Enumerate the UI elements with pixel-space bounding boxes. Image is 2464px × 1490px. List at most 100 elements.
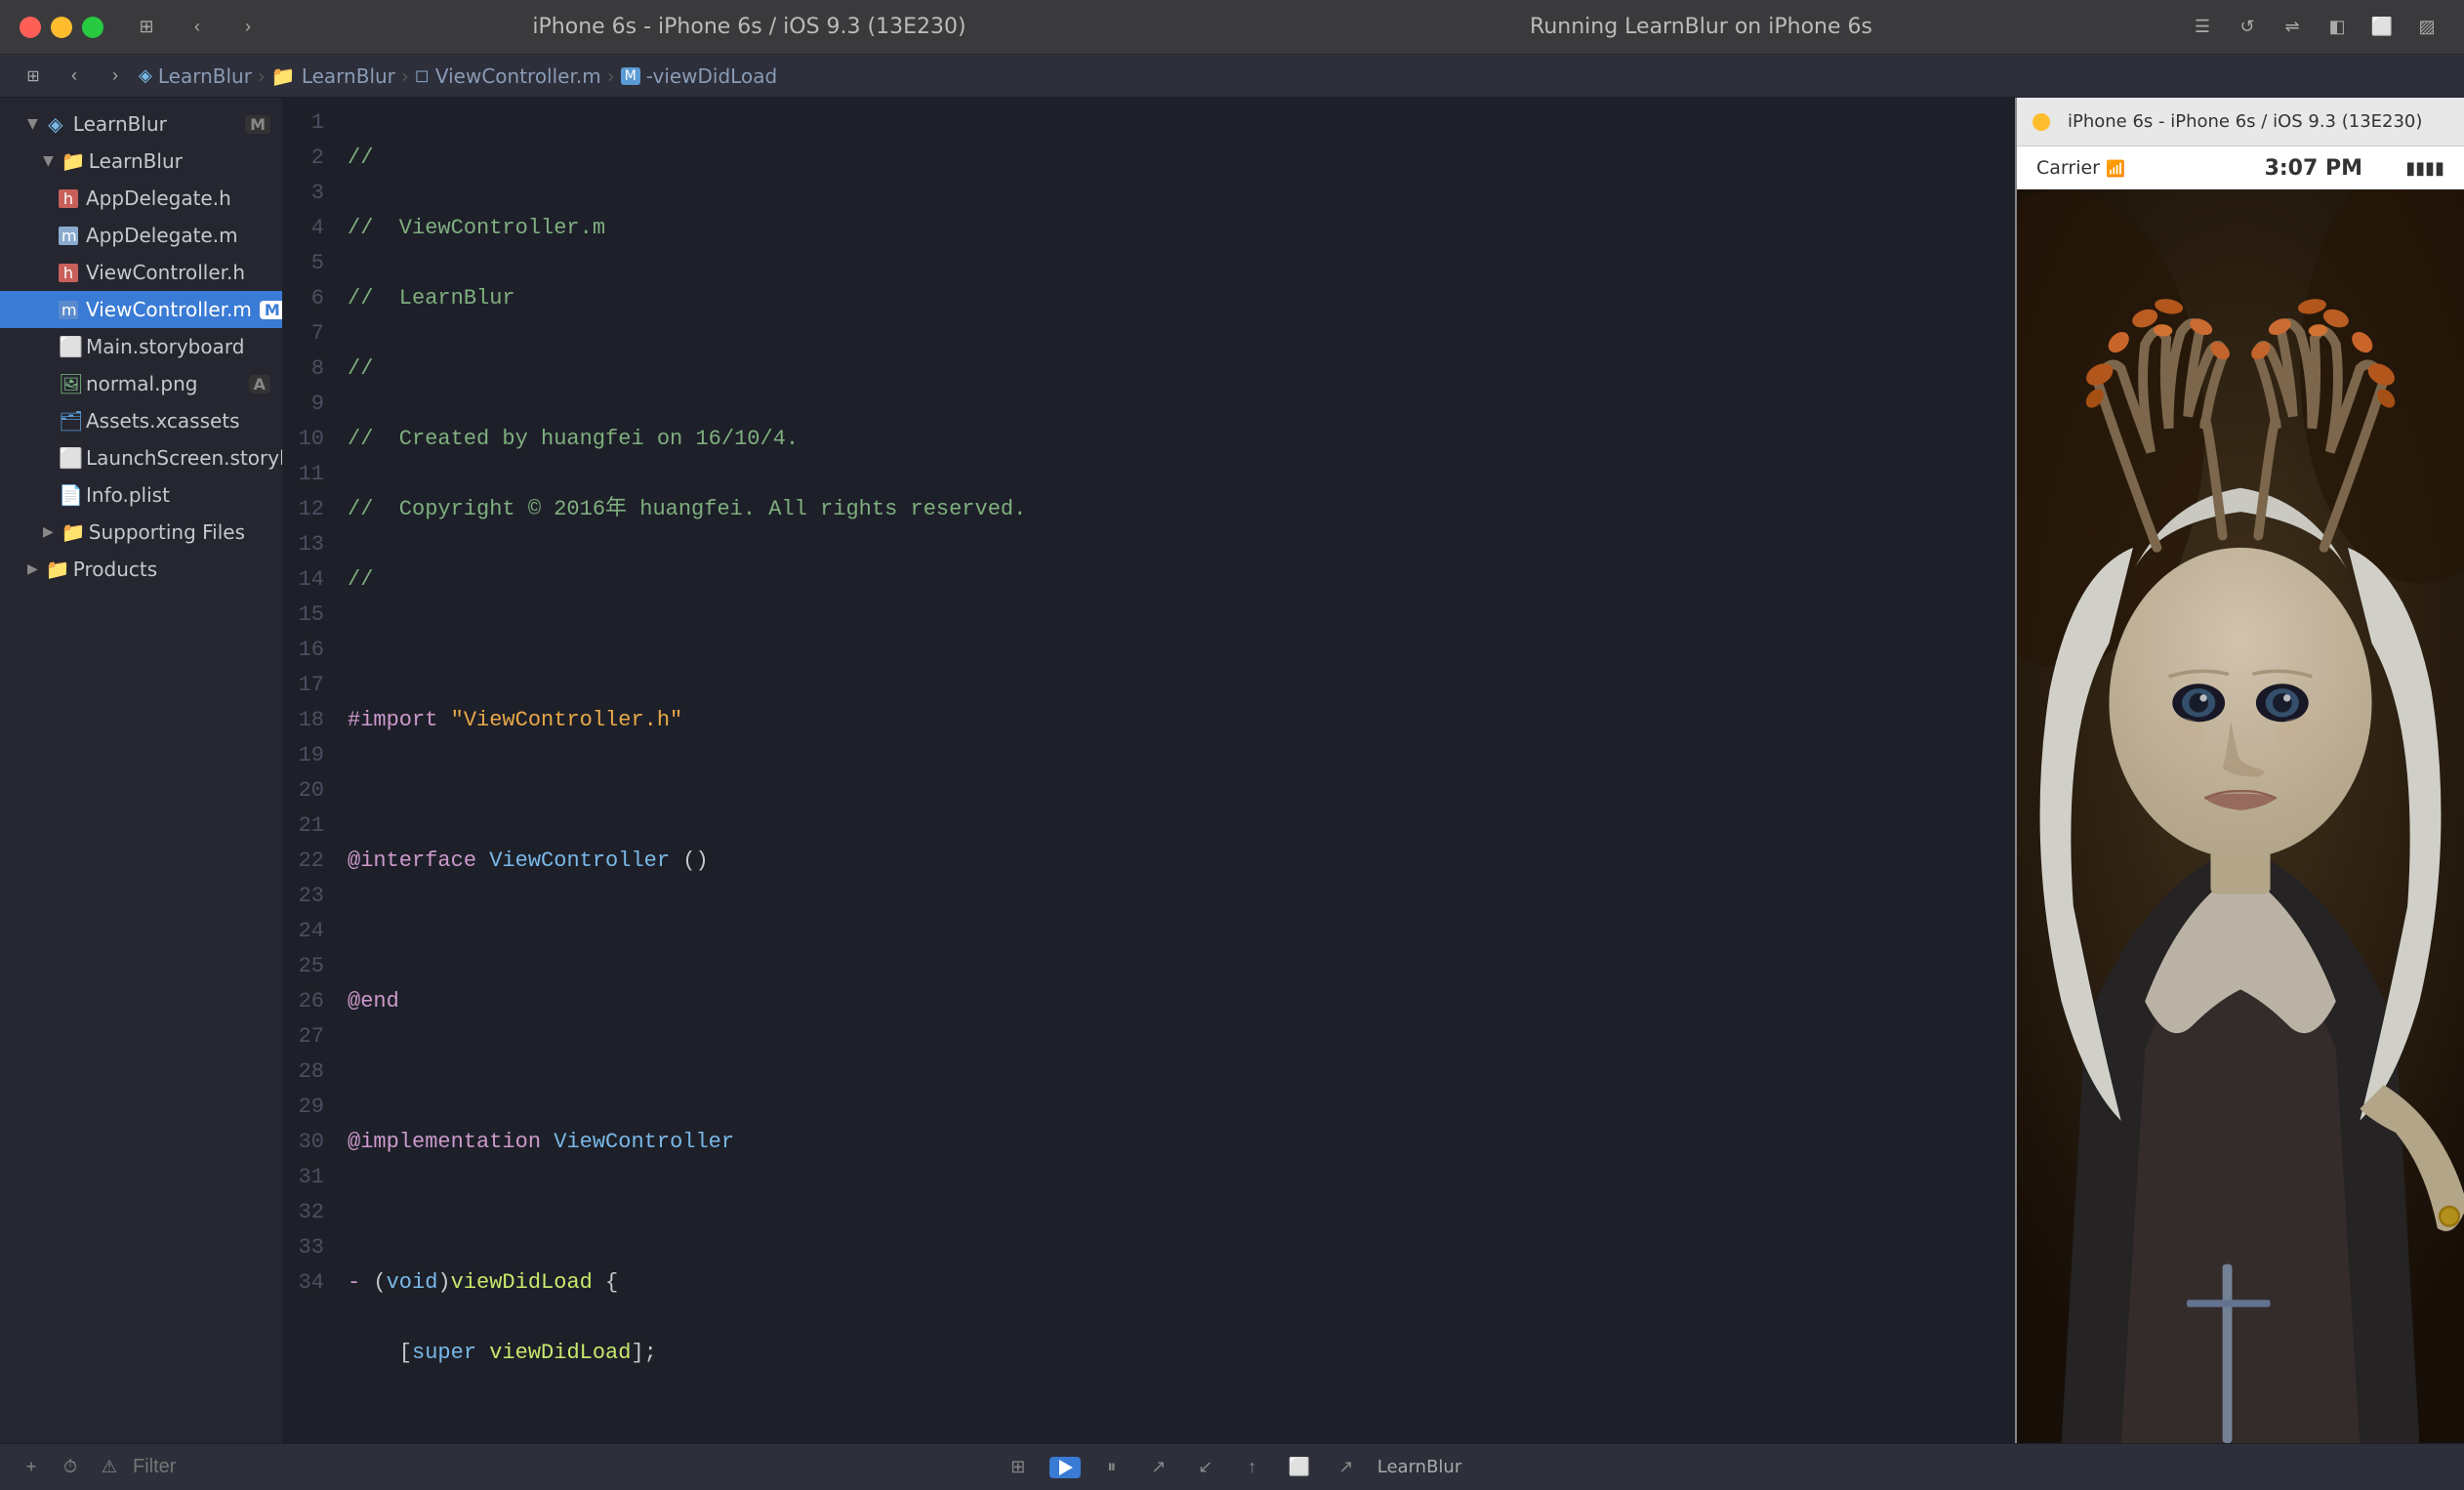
panel-layout-button[interactable]: ☰ [2185,10,2220,45]
split-button[interactable]: ⬜ [2364,10,2400,45]
step-over-button[interactable]: ↗ [1143,1452,1174,1483]
code-editor[interactable]: 12345 678910 1112131415 1617181920 21222… [283,98,2015,1443]
share-button[interactable]: ↗ [1331,1452,1362,1483]
back-button[interactable]: ‹ [180,10,215,45]
folder-icon: 📁 [271,64,296,88]
running-status-label: Running LearnBlur on iPhone 6s [1233,15,2169,39]
forward-button[interactable]: › [230,10,266,45]
left-panel-button[interactable]: ◧ [2320,10,2355,45]
sidebar-item-viewcontroller-h[interactable]: h ViewController.h [0,254,282,291]
file-m-icon-3: m [59,301,78,319]
breadcrumb-back[interactable]: ‹ [57,59,92,94]
project-icon: ◈ [46,112,65,136]
sidebar-label-normal-png: normal.png [86,372,198,395]
sidebar-item-learnblur-root[interactable]: ▼ ◈ LearnBlur M [0,105,282,143]
m-badge-icon: M [621,67,640,85]
sidebar-item-learnblur-folder[interactable]: ▼ 📁 LearnBlur [0,143,282,180]
right-panel-button[interactable]: ▨ [2409,10,2444,45]
sidebar-label-main-storyboard: Main.storyboard [86,335,244,358]
simulator-title: iPhone 6s - iPhone 6s / iOS 9.3 (13E230) [2068,111,2422,132]
sidebar-item-normal-png[interactable]: 🖼 normal.png A [0,365,282,402]
sidebar-item-viewcontroller-m[interactable]: m ViewController.m M [0,291,282,328]
grid-view-button[interactable]: ⊞ [129,10,164,45]
breadcrumb-label-viewcontroller-m: ViewController.m [435,64,601,88]
run-triangle-icon [1059,1460,1073,1475]
sidebar-item-products[interactable]: ▶ 📁 Products [0,551,282,588]
png-icon: 🖼 [59,372,78,395]
step-out-button[interactable]: ↑ [1237,1452,1268,1483]
navigator-toggle-button[interactable]: ⊞ [16,59,51,94]
breadcrumb-label-learnblur: LearnBlur [158,64,252,88]
breadcrumb-item-viewdidload[interactable]: M -viewDidLoad [621,64,777,88]
simulator-panel: iPhone 6s - iPhone 6s / iOS 9.3 (13E230)… [2015,98,2464,1443]
breadcrumb: ⊞ ‹ › ◈ LearnBlur › 📁 LearnBlur › ◻ View… [0,55,2464,98]
simulator-status-bar: Carrier 📶 3:07 PM ▮▮▮▮ [2017,146,2464,189]
sidebar: ▼ ◈ LearnBlur M ▼ 📁 LearnBlur h AppDeleg… [0,98,283,1443]
step-in-button[interactable]: ↙ [1190,1452,1221,1483]
sidebar-item-appdelegate-h[interactable]: h AppDelegate.h [0,180,282,217]
line-numbers: 12345 678910 1112131415 1617181920 21222… [283,98,340,1443]
breadcrumb-sep-3: › [607,64,615,88]
breadcrumb-item-learnblur-app[interactable]: ◈ LearnBlur [139,64,252,88]
sim-minimize-button[interactable] [2033,113,2050,131]
breadcrumb-forward[interactable]: › [98,59,133,94]
jump-button[interactable]: ⇌ [2275,10,2310,45]
filter-input[interactable] [133,1456,391,1478]
storyboard-icon: ⬜ [59,335,78,358]
warning-button[interactable]: ⚠ [94,1452,125,1483]
breadcrumb-item-learnblur-folder[interactable]: 📁 LearnBlur [271,64,395,88]
history-button[interactable]: ⏱ [55,1452,86,1483]
breadcrumb-item-viewcontroller-m[interactable]: ◻ ViewController.m [415,64,601,88]
file-m-icon: ◻ [415,65,430,86]
minimize-button[interactable] [51,17,72,38]
bottombar-center: ⊞ ⏸ ↗ ↙ ↑ ⬜ ↗ LearnBlur [630,1452,1834,1483]
simulator-screen: Carrier 📶 3:07 PM ▮▮▮▮ [2017,146,2464,1443]
sidebar-label-supporting-files: Supporting Files [89,520,245,544]
pause-button[interactable]: ⏸ [1096,1452,1128,1483]
sidebar-label-viewcontroller-h: ViewController.h [86,261,245,284]
sim-battery-icon: ▮▮▮▮ [2405,158,2444,179]
breadcrumb-label-viewdidload: -viewDidLoad [646,64,777,88]
file-h-icon-2: h [59,264,78,282]
sidebar-item-info-plist[interactable]: 📄 Info.plist [0,476,282,514]
breadcrumb-label-learnblur-folder: LearnBlur [302,64,395,88]
breadcrumb-sep-1: › [258,64,266,88]
close-button[interactable] [20,17,41,38]
sim-carrier: Carrier 📶 [2036,157,2221,179]
sidebar-item-appdelegate-m[interactable]: m AppDelegate.m [0,217,282,254]
simulator-titlebar: iPhone 6s - iPhone 6s / iOS 9.3 (13E230) [2017,98,2464,146]
chevron-right-icon-2: ▶ [27,561,38,577]
sidebar-label-launchscreen-storyboard: LaunchScreen.storyboard [86,446,283,470]
folder-icon-3: 📁 [62,520,81,544]
refresh-button[interactable]: ↺ [2230,10,2265,45]
nav-grid-button[interactable]: ⊞ [1003,1452,1034,1483]
code-area[interactable]: 12345 678910 1112131415 1617181920 21222… [283,98,2015,1443]
bottombar-left: + ⏱ ⚠ [16,1452,618,1483]
maximize-button[interactable] [82,17,103,38]
breadcrumb-sep-2: › [401,64,409,88]
titlebar-right: ☰ ↺ ⇌ ◧ ⬜ ▨ [2185,10,2444,45]
folder-icon-2: 📁 [62,149,81,173]
chevron-down-icon-2: ▼ [43,153,54,169]
frame-button[interactable]: ⬜ [1284,1452,1315,1483]
sidebar-badge-viewcontroller-m: M [260,301,283,319]
storyboard-icon-2: ⬜ [59,446,78,470]
elf-king-image [2017,189,2464,1443]
bottombar: + ⏱ ⚠ ⊞ ⏸ ↗ ↙ ↑ ⬜ ↗ LearnBlur [0,1443,2464,1490]
traffic-lights [20,17,103,38]
sidebar-label-assets-xcassets: Assets.xcassets [86,409,240,433]
code-content[interactable]: // // ViewController.m // LearnBlur // /… [340,98,2015,1443]
sidebar-item-assets-xcassets[interactable]: 🗂 Assets.xcassets [0,402,282,439]
chevron-right-icon: ▶ [43,524,54,540]
sidebar-badge-normal-png: A [249,375,270,393]
simulator-image-area [2017,189,2464,1443]
file-m-icon-2: m [59,227,78,245]
sidebar-item-main-storyboard[interactable]: ⬜ Main.storyboard [0,328,282,365]
sidebar-item-launchscreen-storyboard[interactable]: ⬜ LaunchScreen.storyboard [0,439,282,476]
run-button[interactable] [1049,1457,1081,1478]
sidebar-label-learnblur-root: LearnBlur [73,112,167,136]
add-file-button[interactable]: + [16,1452,47,1483]
sidebar-item-supporting-files[interactable]: ▶ 📁 Supporting Files [0,514,282,551]
sidebar-label-info-plist: Info.plist [86,483,170,507]
sim-time: 3:07 PM [2221,156,2405,181]
